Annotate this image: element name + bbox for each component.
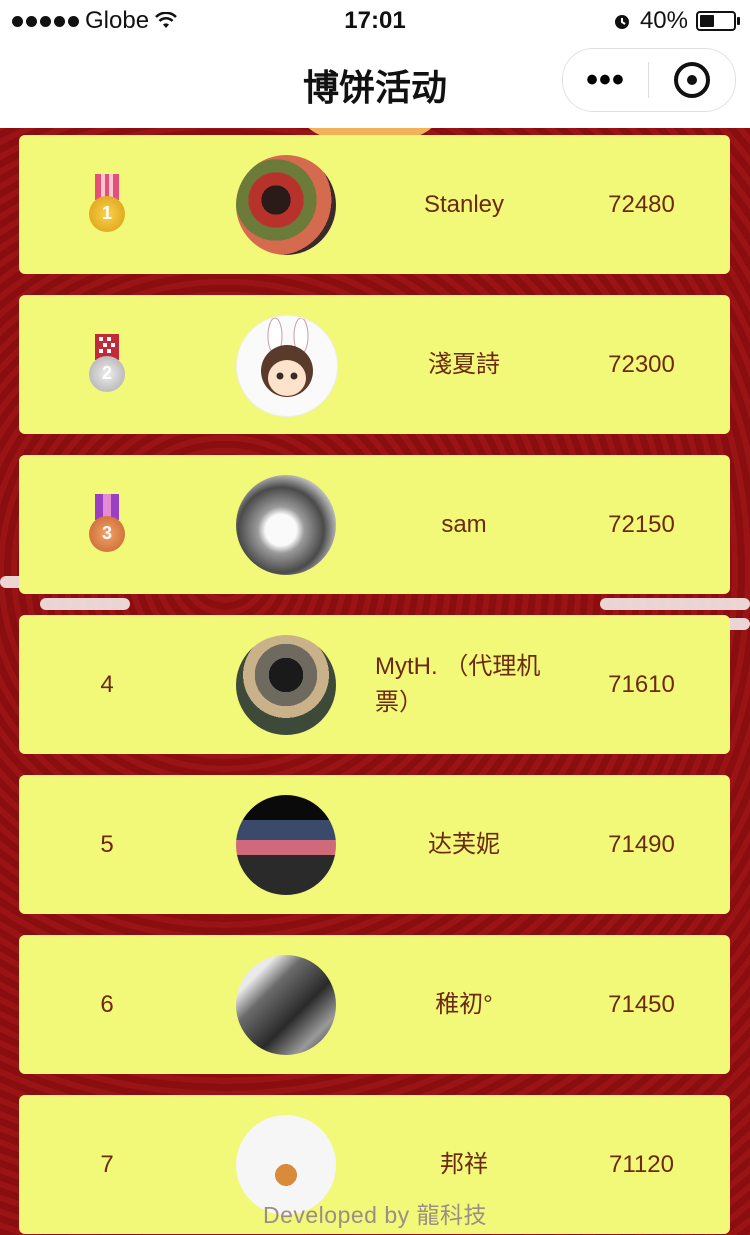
rank-cell: 4: [57, 615, 157, 754]
leaderboard-row[interactable]: 5 达芙妮 71490: [19, 775, 730, 914]
avatar: [236, 635, 336, 735]
target-icon: [673, 62, 710, 98]
avatar: [236, 955, 336, 1055]
rank-cell: 6: [57, 935, 157, 1074]
rank-number: 5: [100, 830, 114, 858]
avatar: [236, 795, 336, 895]
player-score: 71490: [608, 830, 675, 858]
rank-number: 1: [101, 203, 112, 223]
close-button[interactable]: [649, 62, 734, 98]
player-score: 72150: [608, 510, 675, 538]
rank-number: 2: [101, 363, 112, 383]
rank-cell: 1: [57, 135, 157, 274]
cloud-decoration: [600, 598, 750, 610]
more-button[interactable]: •••: [563, 49, 648, 111]
cloud-decoration: [40, 598, 130, 610]
player-name: MytH. （代理机票）: [375, 652, 541, 716]
rank-number: 4: [100, 670, 114, 698]
avatar: [236, 475, 336, 575]
leaderboard-row[interactable]: 1 Stanley 72480: [19, 135, 730, 274]
battery-group: 40%: [612, 7, 740, 35]
battery-percent: 40%: [639, 7, 688, 34]
player-score: 72300: [608, 350, 675, 378]
avatar: [236, 155, 336, 255]
navigation-bar: 博饼活动 •••: [0, 42, 750, 128]
player-score: 72480: [608, 190, 675, 218]
player-name: sam: [441, 510, 487, 538]
leaderboard-row[interactable]: 4 MytH. （代理机票） 71610: [19, 615, 730, 754]
player-name: Stanley: [423, 190, 505, 218]
status-bar: Globe 17:01 40%: [0, 0, 750, 42]
player-name: 达芙妮: [428, 830, 500, 858]
player-name: 稚初°: [435, 990, 493, 1018]
rank-cell: 5: [57, 775, 157, 914]
bronze-medal-icon: 3: [87, 493, 127, 556]
player-score: 71450: [608, 990, 675, 1018]
developer-credit: Developed by 龍科技: [262, 1202, 488, 1228]
battery-icon: [696, 11, 740, 31]
mini-program-capsule: •••: [562, 48, 736, 112]
rank-number: 6: [100, 990, 114, 1018]
leaderboard-row[interactable]: 2 淺夏詩 72300: [19, 295, 730, 434]
alarm-icon: [614, 15, 629, 29]
rank-cell: 2: [57, 295, 157, 434]
leaderboard-row[interactable]: 6 稚初° 71450: [19, 935, 730, 1074]
silver-medal-icon: 2: [87, 333, 127, 396]
rank-number: 7: [100, 1150, 114, 1178]
player-score: 71610: [608, 670, 675, 698]
rank-cell: 3: [57, 455, 157, 594]
gold-medal-icon: 1: [87, 173, 127, 236]
player-name: 淺夏詩: [428, 350, 500, 378]
rank-number: 3: [101, 523, 112, 543]
leaderboard-row[interactable]: 3 sam 72150: [19, 455, 730, 594]
avatar: [236, 315, 338, 417]
